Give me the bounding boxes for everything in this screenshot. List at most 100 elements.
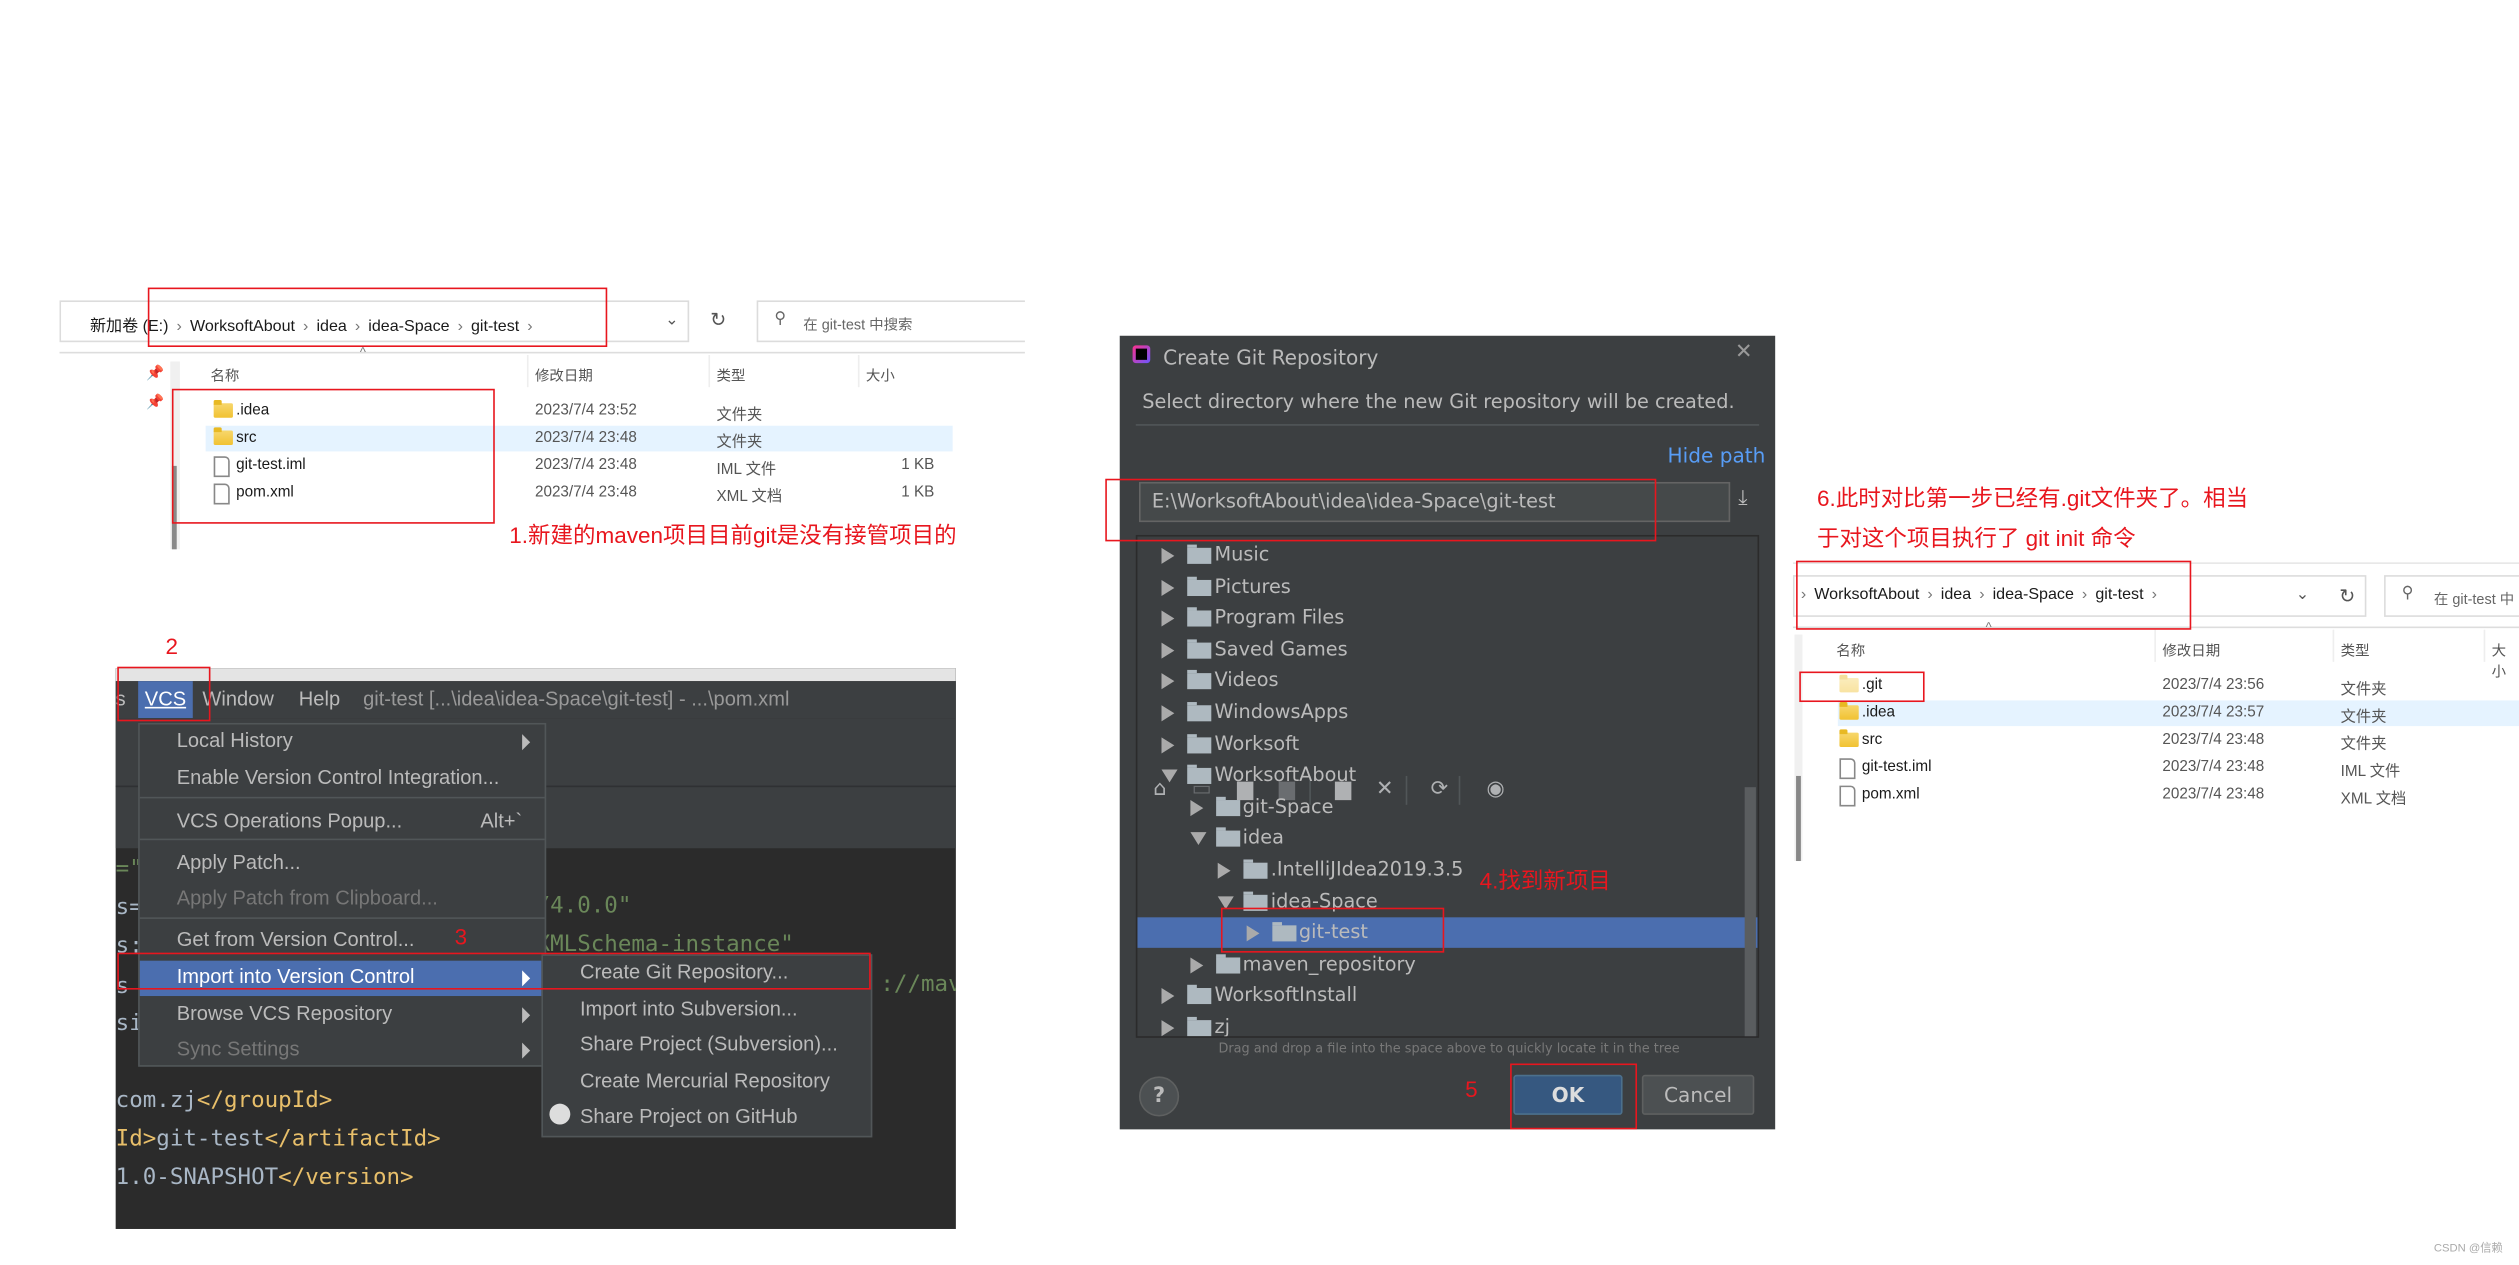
download-icon[interactable]: ⤓	[1738, 487, 1747, 511]
tree-item-videos[interactable]: Videos	[1137, 666, 1757, 697]
submenu-item-create-mercurial-repository[interactable]: Create Mercurial Repository	[543, 1064, 871, 1099]
file-type: XML 文档	[2340, 790, 2407, 809]
menu-item-enable-version-control-integration[interactable]: Enable Version Control Integration...	[140, 761, 545, 796]
directory-tree[interactable]: Music Pictures Program Files Saved Games Vid…	[1135, 534, 1760, 1038]
file-row[interactable]: .git 2023/7/4 23:56 文件夹	[1838, 673, 2519, 699]
column-header[interactable]: 修改日期	[535, 365, 593, 386]
dialog-title: Create Git Repository	[1163, 345, 1379, 370]
chevron-down-icon[interactable]: ⌄	[2296, 586, 2309, 604]
column-divider[interactable]	[2483, 629, 2486, 662]
column-header[interactable]: 大小	[866, 365, 895, 386]
menu-separator	[139, 917, 545, 919]
menu-item-label: Browse VCS Repository	[176, 1002, 393, 1025]
nav-pane-scrollbar[interactable]	[1794, 634, 1803, 862]
column-header[interactable]: 类型	[716, 365, 745, 386]
expand-right-icon[interactable]	[1161, 736, 1175, 753]
file-row[interactable]: git-test.iml 2023/7/4 23:48 IML 文件	[1838, 755, 2519, 781]
tree-item-label: WorksoftInstall	[1214, 983, 1358, 1007]
window-title: git-test [...\idea\idea-Space\git-test] …	[363, 687, 790, 711]
search-input[interactable]: ⚲ 在 git-test 中	[2384, 575, 2519, 617]
pin-icon[interactable]: 📌	[146, 394, 164, 412]
tree-item-worksoft[interactable]: Worksoft	[1137, 729, 1757, 760]
tree-item-idea[interactable]: idea	[1137, 823, 1757, 854]
file-type: 文件夹	[716, 433, 763, 452]
annotation-step6-line1: 6.此时对比第一步已经有.git文件夹了。相当	[1816, 485, 2249, 511]
expand-right-icon[interactable]	[1161, 642, 1175, 659]
column-header[interactable]: 修改日期	[2162, 639, 2220, 660]
file-size: 1 KB	[901, 483, 935, 502]
column-divider[interactable]	[708, 355, 711, 388]
help-button[interactable]: ?	[1139, 1076, 1180, 1117]
column-divider[interactable]	[857, 355, 860, 388]
expand-right-icon[interactable]	[1189, 799, 1203, 816]
tree-item-program-files[interactable]: Program Files	[1137, 603, 1757, 634]
expand-right-icon[interactable]	[1161, 673, 1175, 690]
expand-right-icon[interactable]	[1161, 705, 1175, 722]
expand-down-icon[interactable]	[1161, 769, 1178, 783]
menu-item-local-history[interactable]: Local History	[140, 725, 545, 760]
expand-right-icon[interactable]	[1161, 547, 1175, 564]
expand-right-icon[interactable]	[1161, 610, 1175, 627]
expand-down-icon[interactable]	[1189, 832, 1206, 846]
refresh-icon[interactable]: ↻	[2339, 585, 2355, 607]
xml-tag: </groupId>	[196, 1087, 333, 1114]
tree-item-label: idea	[1242, 826, 1284, 849]
menu-help[interactable]: Help	[299, 688, 340, 710]
search-input[interactable]: ⚲ 在 git-test 中搜索	[756, 300, 1025, 343]
menu-item-browse-vcs-repository[interactable]: Browse VCS Repository	[140, 998, 545, 1033]
file-row[interactable]: .idea 2023/7/4 23:57 文件夹	[1837, 700, 2519, 727]
column-header[interactable]: 类型	[2341, 639, 2370, 660]
menu-item-label: Local History	[176, 729, 293, 752]
hide-path-link[interactable]: Hide path	[1668, 443, 1766, 467]
highlight-box-path	[147, 287, 608, 348]
file-row[interactable]: src 2023/7/4 23:48 文件夹	[1838, 728, 2519, 753]
folder-icon	[1187, 670, 1212, 690]
column-divider[interactable]	[2154, 629, 2156, 662]
submenu-item-import-into-subversion[interactable]: Import into Subversion...	[543, 992, 871, 1027]
expand-right-icon[interactable]	[1161, 1020, 1175, 1037]
expand-right-icon[interactable]	[1161, 579, 1175, 596]
drag-drop-hint: Drag and drop a file into the space abov…	[1218, 1041, 1680, 1056]
expand-right-icon[interactable]	[1189, 957, 1203, 974]
close-icon[interactable]: ✕	[1735, 341, 1753, 365]
search-icon: ⚲	[774, 310, 787, 328]
menu-item-apply-patch[interactable]: Apply Patch...	[140, 847, 545, 882]
menu-shortcut: Alt+`	[480, 809, 523, 833]
tree-item-label: WorksoftAbout	[1214, 763, 1357, 786]
column-header[interactable]: 名称	[1836, 639, 1865, 660]
highlight-box-path-after	[1796, 560, 2192, 630]
refresh-icon[interactable]: ↻	[710, 308, 726, 330]
file-date: 2023/7/4 23:48	[534, 428, 637, 447]
menu-window[interactable]: Window	[202, 688, 273, 710]
column-divider[interactable]	[526, 355, 529, 388]
submenu-item-share-project-on-github[interactable]: Share Project on GitHub	[543, 1100, 871, 1135]
menu-item-label: Enable Version Control Integration...	[176, 766, 500, 789]
intellij-logo-icon	[1132, 345, 1151, 364]
highlight-box-git-folder	[1799, 671, 1925, 703]
tree-item-zj[interactable]: zj	[1137, 1012, 1757, 1038]
pin-icon[interactable]: 📌	[146, 365, 164, 383]
tree-item-worksoftinstall[interactable]: WorksoftInstall	[1137, 981, 1757, 1012]
file-row[interactable]: pom.xml 2023/7/4 23:48 XML 文档	[1838, 782, 2519, 808]
cancel-button[interactable]: Cancel	[1641, 1074, 1755, 1115]
submenu-item-share-project-subversion[interactable]: Share Project (Subversion)...	[543, 1028, 871, 1063]
tree-item-maven-repository[interactable]: maven_repository	[1137, 949, 1757, 980]
tree-item-git-space[interactable]: git-Space	[1137, 792, 1757, 823]
tree-scrollbar[interactable]	[1744, 787, 1756, 1037]
column-header[interactable]: 名称	[210, 365, 239, 386]
file-name: .idea	[1861, 703, 1896, 722]
tree-item-worksoftabout[interactable]: WorksoftAbout	[1137, 760, 1757, 791]
chevron-down-icon[interactable]: ⌄	[665, 312, 678, 330]
tree-item-windowsapps[interactable]: WindowsApps	[1137, 697, 1757, 728]
menu-item-label: Apply Patch...	[176, 851, 301, 874]
tree-item-pictures[interactable]: Pictures	[1137, 571, 1757, 602]
expand-right-icon[interactable]	[1161, 988, 1175, 1005]
tree-item-music[interactable]: Music	[1137, 540, 1757, 571]
tree-item-label: Videos	[1214, 668, 1279, 692]
tree-item-saved-games[interactable]: Saved Games	[1137, 634, 1757, 665]
tree-item-intellijidea2019-3-5[interactable]: .IntelliJIdea2019.3.5	[1137, 855, 1757, 886]
expand-right-icon[interactable]	[1217, 862, 1231, 879]
menu-item-vcs-operations-popup[interactable]: VCS Operations Popup... Alt+`	[140, 805, 545, 840]
tree-item-label: zj	[1214, 1015, 1231, 1038]
column-divider[interactable]	[2332, 629, 2335, 662]
